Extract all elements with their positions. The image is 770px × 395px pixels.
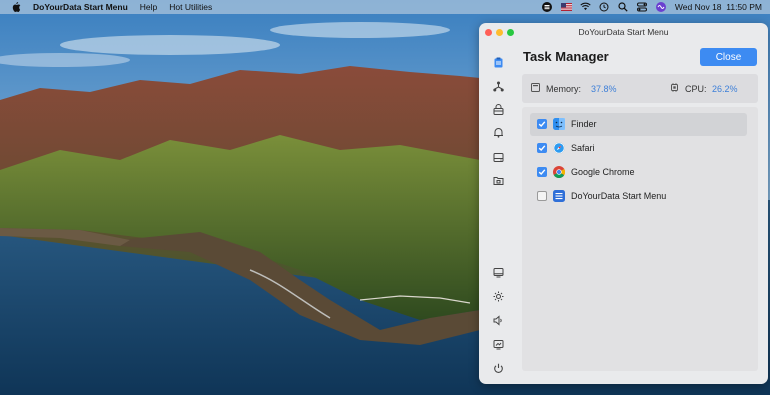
status-area: Wed Nov 18 11:50 PM: [541, 0, 762, 14]
close-button[interactable]: Close: [700, 48, 757, 66]
checkbox[interactable]: [537, 143, 547, 153]
folder-icon[interactable]: [493, 175, 504, 186]
time-machine-icon[interactable]: [599, 2, 609, 12]
safari-icon: [553, 142, 565, 154]
monitor-icon[interactable]: [493, 267, 504, 278]
apple-menu-icon[interactable]: [12, 2, 21, 12]
memory-icon: [531, 83, 540, 92]
checkbox[interactable]: [537, 119, 547, 129]
task-manager-window: DoYourData Start Menu Task Manager Close…: [479, 23, 768, 384]
flag-icon[interactable]: [560, 2, 572, 12]
hot-utilities-menu[interactable]: Hot Utilities: [169, 2, 212, 12]
cpu-icon: [670, 83, 679, 92]
cpu-label: CPU:: [685, 84, 707, 94]
start-menu-app-icon: [553, 190, 565, 202]
display-icon[interactable]: [493, 339, 504, 350]
window-title: DoYourData Start Menu: [578, 27, 669, 37]
list-item[interactable]: Finder: [530, 113, 747, 136]
app-list: Finder Safari Google Chrome DoYourData S…: [522, 107, 758, 371]
lock-box-icon[interactable]: [493, 104, 504, 115]
app-name: Finder: [571, 119, 597, 129]
app-name: DoYourData Start Menu: [571, 191, 667, 201]
brightness-icon[interactable]: [493, 291, 504, 302]
drive-icon[interactable]: [493, 152, 504, 163]
app-name: Google Chrome: [571, 167, 635, 177]
list-item[interactable]: Safari: [530, 137, 747, 160]
chrome-icon: [553, 166, 565, 178]
menu-bar: DoYourData Start Menu Help Hot Utilities…: [0, 0, 770, 14]
help-menu[interactable]: Help: [140, 2, 157, 12]
menubar-datetime[interactable]: Wed Nov 18 11:50 PM: [675, 2, 762, 12]
search-icon[interactable]: [618, 2, 628, 12]
memory-label: Memory:: [546, 84, 582, 94]
wifi-icon[interactable]: [580, 2, 591, 12]
checkbox[interactable]: [537, 191, 547, 201]
siri-icon[interactable]: [655, 2, 666, 12]
list-item[interactable]: DoYourData Start Menu: [530, 185, 747, 208]
control-center-icon[interactable]: [636, 2, 647, 12]
clipboard-icon[interactable]: [493, 57, 504, 68]
bell-icon[interactable]: [493, 127, 504, 138]
window-titlebar[interactable]: DoYourData Start Menu: [479, 23, 768, 41]
app-menu[interactable]: DoYourData Start Menu: [33, 2, 128, 12]
page-title: Task Manager: [523, 49, 609, 64]
start-menu-icon[interactable]: [541, 2, 552, 12]
app-name: Safari: [571, 143, 595, 153]
cpu-value: 26.2%: [712, 84, 738, 94]
volume-icon[interactable]: [493, 315, 504, 326]
checkbox[interactable]: [537, 167, 547, 177]
sidebar: [479, 45, 517, 384]
memory-value: 37.8%: [591, 84, 617, 94]
list-item[interactable]: Google Chrome: [530, 161, 747, 184]
resource-stats: Memory: 37.8% CPU: 26.2%: [522, 74, 758, 103]
power-icon[interactable]: [493, 363, 504, 374]
network-icon[interactable]: [493, 81, 504, 92]
finder-icon: [553, 118, 565, 130]
